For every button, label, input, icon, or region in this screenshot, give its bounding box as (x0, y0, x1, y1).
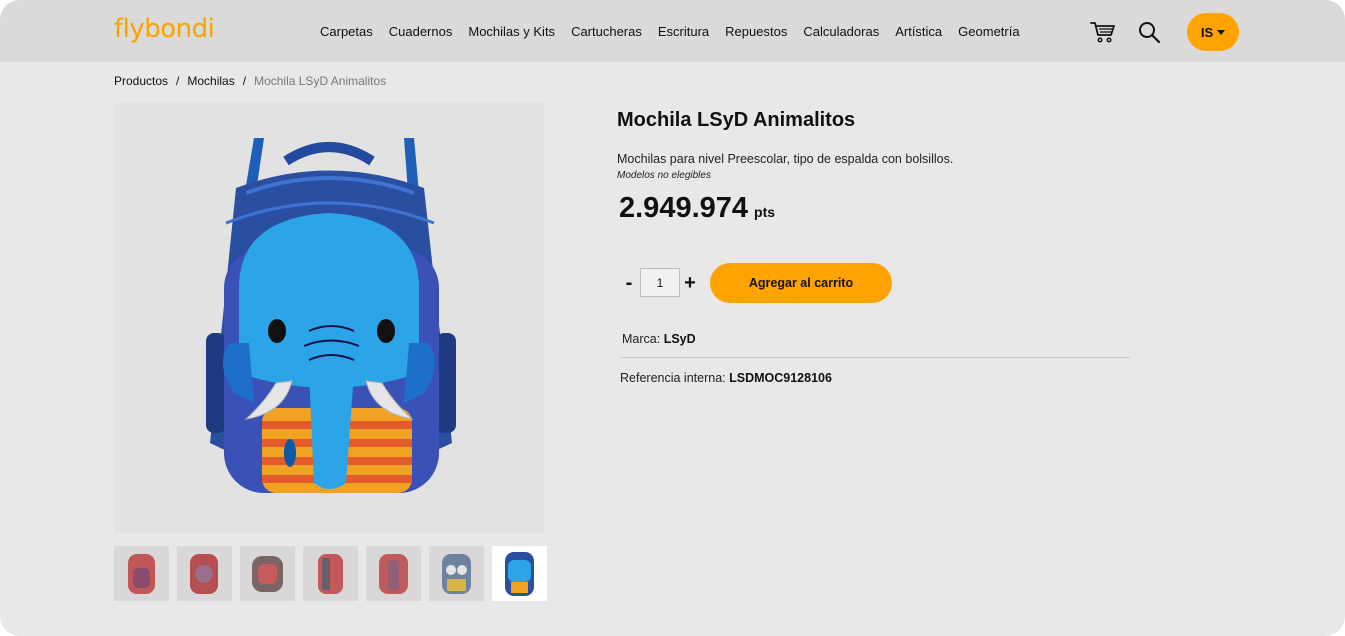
quantity-decrease-button[interactable]: - (619, 270, 639, 296)
quantity-increase-button[interactable]: + (680, 270, 700, 296)
product-main-image[interactable] (114, 103, 544, 533)
price-unit: pts (754, 204, 776, 220)
product-description: Mochilas para nivel Preescolar, tipo de … (617, 152, 954, 166)
user-menu-button[interactable]: IS (1187, 13, 1239, 51)
breadcrumb-mochilas[interactable]: Mochilas (187, 74, 234, 88)
product-title: Mochila LSyD Animalitos (617, 109, 856, 131)
thumbnail-4[interactable] (303, 546, 358, 601)
breadcrumb: Productos / Mochilas / Mochila LSyD Anim… (114, 74, 386, 88)
breadcrumb-current: Mochila LSyD Animalitos (254, 74, 387, 88)
search-icon[interactable] (1137, 20, 1161, 44)
thumbnail-6[interactable] (429, 546, 484, 601)
nav-mochilas-y-kits[interactable]: Mochilas y Kits (468, 24, 555, 39)
reference-label: Referencia interna: (620, 371, 726, 385)
nav-geometria[interactable]: Geometría (958, 24, 1019, 39)
main-nav: Carpetas Cuadernos Mochilas y Kits Cartu… (320, 0, 1036, 62)
thumbnail-2[interactable] (177, 546, 232, 601)
page: flybondi Carpetas Cuadernos Mochilas y K… (0, 0, 1345, 636)
user-initials: IS (1200, 24, 1214, 40)
nav-carpetas[interactable]: Carpetas (320, 24, 373, 39)
brand-row: Marca: LSyD (622, 332, 696, 346)
nav-cartucheras[interactable]: Cartucheras (571, 24, 642, 39)
brand-label: Marca: (622, 332, 661, 346)
cart-icon[interactable] (1090, 20, 1116, 44)
breadcrumb-separator: / (242, 74, 247, 88)
add-to-cart-button[interactable]: Agregar al carrito (710, 263, 892, 303)
thumbnail-gallery (114, 546, 547, 601)
nav-repuestos[interactable]: Repuestos (725, 24, 787, 39)
brand-value: LSyD (663, 332, 696, 346)
divider (620, 357, 1130, 358)
nav-cuadernos[interactable]: Cuadernos (389, 24, 453, 39)
logo[interactable]: flybondi (114, 14, 215, 44)
breadcrumb-productos[interactable]: Productos (114, 74, 168, 88)
thumbnail-5[interactable] (366, 546, 421, 601)
caret-down-icon (1217, 29, 1226, 35)
nav-artistica[interactable]: Artística (895, 24, 942, 39)
breadcrumb-separator: / (176, 74, 180, 88)
nav-escritura[interactable]: Escritura (658, 24, 709, 39)
thumbnail-3[interactable] (240, 546, 295, 601)
thumbnail-1[interactable] (114, 546, 169, 601)
reference-value: LSDMOC9128106 (729, 371, 832, 385)
price-value: 2.949.974 (619, 192, 749, 224)
product-price: 2.949.974 pts (619, 192, 775, 225)
nav-calculadoras[interactable]: Calculadoras (803, 24, 879, 39)
header: flybondi Carpetas Cuadernos Mochilas y K… (0, 0, 1345, 62)
backpack-image (206, 138, 456, 493)
thumbnail-7-selected[interactable] (492, 546, 547, 601)
product-note: Modelos no elegibles (617, 170, 711, 181)
quantity-input[interactable] (640, 268, 680, 297)
reference-row: Referencia interna: LSDMOC9128106 (620, 371, 832, 385)
